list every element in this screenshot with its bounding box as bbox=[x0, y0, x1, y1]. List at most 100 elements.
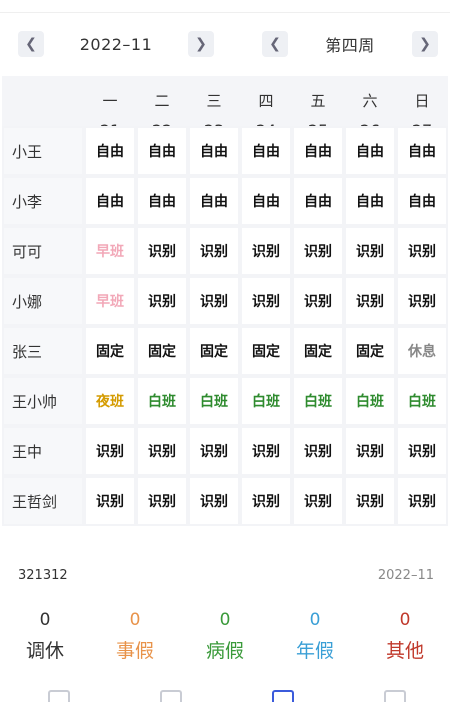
stat-value: 0 bbox=[219, 610, 231, 630]
shift-cell[interactable]: 识别 bbox=[188, 476, 240, 526]
employee-name: 小王 bbox=[2, 126, 84, 176]
employee-name: 王小帅 bbox=[2, 376, 84, 426]
chevron-left-icon: ❮ bbox=[269, 36, 281, 52]
shift-cell[interactable]: 识别 bbox=[240, 226, 292, 276]
shift-cell[interactable]: 白班 bbox=[188, 376, 240, 426]
month-label[interactable]: 2022–11 bbox=[44, 35, 188, 54]
shift-cell[interactable]: 固定 bbox=[292, 326, 344, 376]
shift-cell[interactable]: 识别 bbox=[344, 276, 396, 326]
shift-cell[interactable]: 识别 bbox=[84, 426, 136, 476]
shift-cell[interactable]: 识别 bbox=[188, 426, 240, 476]
shift-cell[interactable]: 自由 bbox=[136, 126, 188, 176]
shift-cell[interactable]: 识别 bbox=[344, 476, 396, 526]
shift-cell[interactable]: 休息 bbox=[396, 326, 448, 376]
stat-item[interactable]: 0 病假 bbox=[180, 610, 270, 663]
employee-name: 可可 bbox=[2, 226, 84, 276]
shift-cell[interactable]: 识别 bbox=[396, 426, 448, 476]
shift-cell[interactable]: 识别 bbox=[292, 426, 344, 476]
document-tab-icon[interactable] bbox=[160, 690, 182, 702]
weekday-label: 六 bbox=[362, 92, 378, 110]
schedule-tab-icon[interactable] bbox=[272, 690, 294, 702]
shift-cell[interactable]: 固定 bbox=[240, 326, 292, 376]
shift-cell[interactable]: 白班 bbox=[292, 376, 344, 426]
stat-item[interactable]: 0 其他 bbox=[360, 610, 450, 663]
list-tab-icon[interactable] bbox=[384, 690, 406, 702]
stat-item[interactable]: 0 事假 bbox=[90, 610, 180, 663]
shift-cell[interactable]: 识别 bbox=[344, 226, 396, 276]
stat-item[interactable]: 0 年假 bbox=[270, 610, 360, 663]
shift-cell[interactable]: 自由 bbox=[292, 126, 344, 176]
shift-cell[interactable]: 早班 bbox=[84, 226, 136, 276]
shift-cell[interactable]: 白班 bbox=[344, 376, 396, 426]
shift-cell[interactable]: 自由 bbox=[188, 126, 240, 176]
shift-cell[interactable]: 识别 bbox=[240, 276, 292, 326]
stat-item[interactable]: 0 调休 bbox=[0, 610, 90, 663]
shift-cell[interactable]: 白班 bbox=[396, 376, 448, 426]
shift-cell[interactable]: 自由 bbox=[344, 176, 396, 226]
weekday-label: 日 bbox=[414, 92, 430, 110]
shift-cell[interactable]: 自由 bbox=[240, 176, 292, 226]
weekday-label: 一 bbox=[102, 92, 118, 110]
shift-cell[interactable]: 白班 bbox=[136, 376, 188, 426]
shift-cell[interactable]: 识别 bbox=[136, 476, 188, 526]
prev-month-button[interactable]: ❮ bbox=[18, 31, 44, 57]
shift-cell[interactable]: 自由 bbox=[84, 126, 136, 176]
shift-cell[interactable]: 夜班 bbox=[84, 376, 136, 426]
shift-cell[interactable]: 自由 bbox=[84, 176, 136, 226]
weekday-label: 三 bbox=[206, 92, 222, 110]
shift-cell[interactable]: 识别 bbox=[344, 426, 396, 476]
shift-cell[interactable]: 自由 bbox=[240, 126, 292, 176]
shift-cell[interactable]: 识别 bbox=[188, 276, 240, 326]
employee-name: 小娜 bbox=[2, 276, 84, 326]
shift-cell[interactable]: 识别 bbox=[292, 276, 344, 326]
shift-cell[interactable]: 固定 bbox=[344, 326, 396, 376]
next-month-button[interactable]: ❯ bbox=[188, 31, 214, 57]
weekday-label: 二 bbox=[154, 92, 170, 110]
shift-cell[interactable]: 识别 bbox=[396, 226, 448, 276]
summary-period: 2022–11 bbox=[377, 568, 434, 583]
shift-cell[interactable]: 识别 bbox=[292, 226, 344, 276]
shift-cell[interactable]: 识别 bbox=[188, 226, 240, 276]
stat-value: 0 bbox=[39, 610, 51, 630]
chevron-right-icon: ❯ bbox=[195, 36, 207, 52]
shift-cell[interactable]: 识别 bbox=[136, 226, 188, 276]
shift-cell[interactable]: 识别 bbox=[240, 426, 292, 476]
calendar-tab-icon[interactable] bbox=[48, 690, 70, 702]
shift-cell[interactable]: 自由 bbox=[396, 126, 448, 176]
leave-stats: 0 调休 0 事假 0 病假 0 年假 0 其他 bbox=[0, 610, 450, 663]
employee-name: 王哲剑 bbox=[2, 476, 84, 526]
stat-label: 事假 bbox=[115, 640, 154, 662]
stat-label: 其他 bbox=[385, 640, 424, 662]
stat-value: 0 bbox=[309, 610, 321, 630]
weekday-label: 五 bbox=[310, 92, 326, 110]
shift-cell[interactable]: 识别 bbox=[136, 426, 188, 476]
employee-name: 王中 bbox=[2, 426, 84, 476]
summary-code: 321312 bbox=[18, 568, 68, 583]
week-navigator: ❮ 第四周 ❯ bbox=[262, 28, 438, 60]
shift-cell[interactable]: 识别 bbox=[240, 476, 292, 526]
shift-cell[interactable]: 固定 bbox=[188, 326, 240, 376]
shift-cell[interactable]: 识别 bbox=[136, 276, 188, 326]
shift-cell[interactable]: 白班 bbox=[240, 376, 292, 426]
next-week-button[interactable]: ❯ bbox=[412, 31, 438, 57]
shift-cell[interactable]: 自由 bbox=[344, 126, 396, 176]
stat-label: 年假 bbox=[295, 640, 334, 662]
shift-cell[interactable]: 固定 bbox=[136, 326, 188, 376]
shift-cell[interactable]: 识别 bbox=[396, 476, 448, 526]
shift-cell[interactable]: 自由 bbox=[292, 176, 344, 226]
summary-bar: 321312 2022–11 bbox=[18, 568, 434, 583]
shift-cell[interactable]: 自由 bbox=[136, 176, 188, 226]
prev-week-button[interactable]: ❮ bbox=[262, 31, 288, 57]
shift-cell[interactable]: 识别 bbox=[292, 476, 344, 526]
week-label[interactable]: 第四周 bbox=[288, 32, 412, 56]
stat-label: 调休 bbox=[25, 640, 64, 662]
shift-cell[interactable]: 早班 bbox=[84, 276, 136, 326]
chevron-left-icon: ❮ bbox=[25, 36, 37, 52]
shift-cell[interactable]: 识别 bbox=[84, 476, 136, 526]
shift-cell[interactable]: 自由 bbox=[396, 176, 448, 226]
month-navigator: ❮ 2022–11 ❯ bbox=[18, 28, 214, 60]
shift-cell[interactable]: 自由 bbox=[188, 176, 240, 226]
weekday-label: 四 bbox=[258, 92, 274, 110]
shift-cell[interactable]: 固定 bbox=[84, 326, 136, 376]
shift-cell[interactable]: 识别 bbox=[396, 276, 448, 326]
